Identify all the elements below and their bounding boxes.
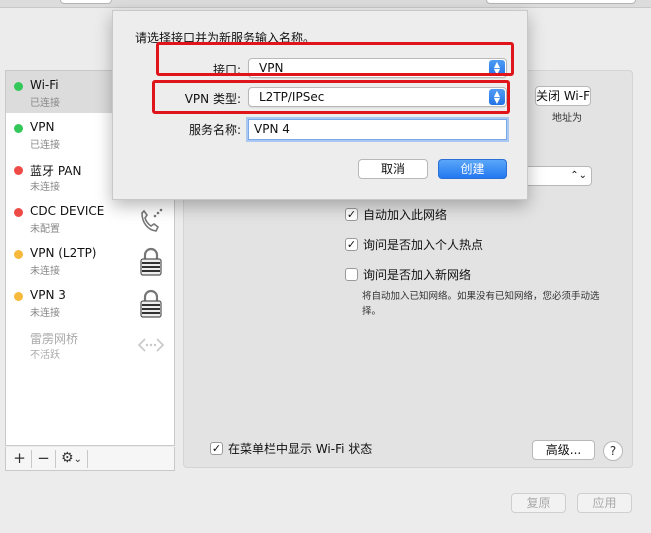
top-popup-fragment[interactable] xyxy=(60,0,112,4)
service-status: 未配置 xyxy=(30,224,60,235)
gear-icon: ⚙ xyxy=(61,450,74,466)
service-name: VPN (L2TP) xyxy=(30,246,97,260)
service-name: Wi-Fi xyxy=(30,78,59,92)
show-wifi-status-label: 在菜单栏中显示 Wi-Fi 状态 xyxy=(228,441,373,456)
cancel-button[interactable]: 取消 xyxy=(358,159,428,179)
service-name: VPN xyxy=(30,120,55,134)
status-dot xyxy=(14,208,23,217)
chevron-updown-icon: ⌃⌄ xyxy=(570,170,587,181)
lock-icon xyxy=(140,289,162,318)
status-dot xyxy=(14,292,23,301)
service-name: 雷雳网桥 xyxy=(30,332,79,346)
service-name: CDC DEVICE xyxy=(30,204,105,218)
ask-new-network-checkbox[interactable]: 询问是否加入新网络 xyxy=(345,265,471,283)
advanced-button[interactable]: 高级... xyxy=(532,440,595,460)
revert-button[interactable]: 复原 xyxy=(511,493,566,513)
auto-join-label: 自动加入此网络 xyxy=(363,207,448,222)
checkbox-checked[interactable]: ✓ xyxy=(210,441,223,455)
status-dot xyxy=(14,250,23,259)
status-dot xyxy=(14,124,23,133)
service-list-toolbar: + − ⚙⌄ xyxy=(5,447,175,471)
service-status: 未连接 xyxy=(30,182,60,193)
service-name: VPN 3 xyxy=(30,288,66,302)
phone-icon xyxy=(141,208,163,232)
auto-join-checkbox[interactable]: ✓ 自动加入此网络 xyxy=(345,205,447,223)
network-name-popup[interactable]: ⌃⌄ xyxy=(520,166,592,186)
service-status: 未连接 xyxy=(30,266,60,277)
service-status: 已连接 xyxy=(30,98,60,109)
service-status: 不活跃 xyxy=(30,350,60,361)
service-item-vpn-3[interactable]: VPN 3 未连接 xyxy=(6,281,174,323)
add-service-button[interactable]: + xyxy=(8,450,32,468)
create-button[interactable]: 创建 xyxy=(438,159,507,179)
ask-hotspot-label: 询问是否加入个人热点 xyxy=(363,237,484,252)
chevron-down-icon: ⌄ xyxy=(73,454,82,465)
top-right-control-fragment[interactable] xyxy=(486,0,636,4)
ask-new-network-label: 询问是否加入新网络 xyxy=(363,267,472,282)
apply-button[interactable]: 应用 xyxy=(577,493,632,513)
checkbox-unchecked[interactable] xyxy=(345,267,358,281)
checkbox-checked[interactable]: ✓ xyxy=(345,237,358,251)
status-dot xyxy=(14,82,23,91)
service-name-field[interactable]: VPN 4 xyxy=(248,119,507,140)
auto-join-hint: 将自动加入已知网络。如果没有已知网络，您必须手动选择。 xyxy=(362,291,600,317)
service-name: 蓝牙 PAN xyxy=(30,164,82,178)
help-button[interactable]: ? xyxy=(603,441,623,461)
action-menu-button[interactable]: ⚙⌄ xyxy=(56,450,88,468)
service-status: 已连接 xyxy=(30,140,60,151)
service-item-thunderbolt-bridge[interactable]: 雷雳网桥 不活跃 xyxy=(6,323,174,365)
bridge-icon xyxy=(137,338,165,352)
highlight-box-vpn-type xyxy=(152,80,510,114)
service-status: 未连接 xyxy=(30,308,60,319)
service-name-label: 服务名称: xyxy=(188,123,241,137)
highlight-box-interface xyxy=(156,42,514,76)
show-wifi-status-checkbox[interactable]: ✓ 在菜单栏中显示 Wi-Fi 状态 xyxy=(210,439,372,457)
checkbox-checked[interactable]: ✓ xyxy=(345,207,358,221)
remove-service-button[interactable]: − xyxy=(32,450,56,468)
ask-hotspot-checkbox[interactable]: ✓ 询问是否加入个人热点 xyxy=(345,235,483,253)
status-dot xyxy=(14,166,23,175)
turn-off-wifi-button[interactable]: 关闭 Wi-Fi xyxy=(535,86,591,106)
service-item-vpn-l2tp[interactable]: VPN (L2TP) 未连接 xyxy=(6,239,174,281)
address-text: 地址为 xyxy=(552,113,582,124)
lock-icon xyxy=(140,247,162,276)
service-item-cdc-device[interactable]: CDC DEVICE 未配置 xyxy=(6,197,174,239)
service-name-value: VPN 4 xyxy=(254,122,290,136)
